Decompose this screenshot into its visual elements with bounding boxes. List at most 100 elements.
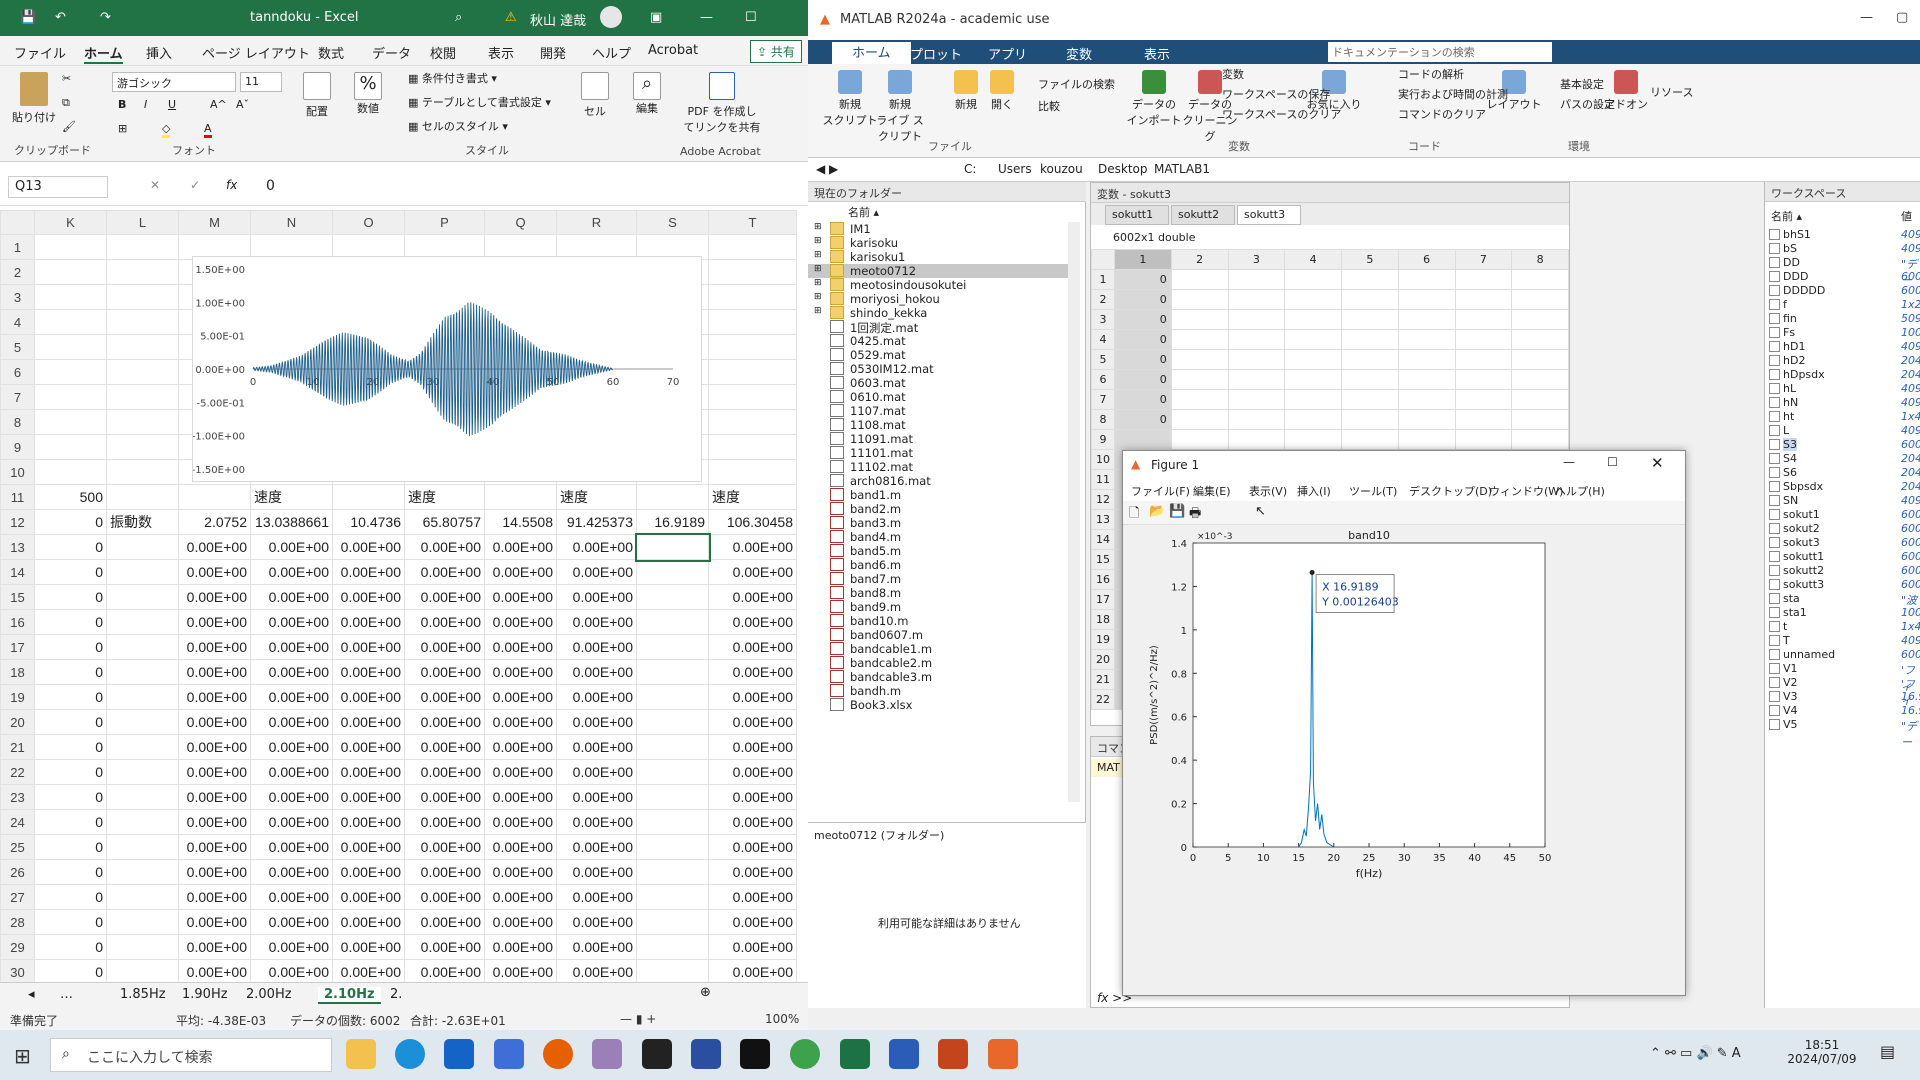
file-item[interactable]: 11101.mat bbox=[808, 446, 1068, 460]
cell[interactable]: 500 bbox=[34, 484, 107, 510]
cell[interactable]: 0.00E+00 bbox=[332, 709, 405, 735]
app-icon[interactable] bbox=[592, 1039, 622, 1069]
enter-icon[interactable]: ✓ bbox=[190, 178, 200, 192]
cell[interactable]: 0.00E+00 bbox=[708, 584, 797, 610]
save-icon[interactable]: 💾 bbox=[1169, 504, 1185, 519]
cell[interactable]: 0.00E+00 bbox=[178, 909, 251, 935]
cell[interactable]: 0 bbox=[34, 534, 107, 560]
var-cell[interactable] bbox=[1227, 369, 1286, 390]
cell[interactable]: 0.00E+00 bbox=[484, 884, 557, 910]
cell[interactable] bbox=[708, 284, 797, 310]
edge-icon[interactable] bbox=[395, 1039, 425, 1069]
cell[interactable]: 0.00E+00 bbox=[708, 534, 797, 560]
cell[interactable]: 0.00E+00 bbox=[404, 884, 485, 910]
store-icon[interactable] bbox=[494, 1039, 524, 1069]
cell[interactable]: 0.00E+00 bbox=[404, 934, 485, 960]
ws-var-name[interactable]: S4 bbox=[1783, 452, 1797, 465]
sheet-tab[interactable]: 1.90Hz bbox=[182, 987, 228, 1002]
cell[interactable]: 0.00E+00 bbox=[484, 734, 557, 760]
add-sheet-icon[interactable]: ⊕ bbox=[700, 985, 711, 1000]
ws-var-name[interactable]: bhS1 bbox=[1783, 228, 1811, 241]
file-item[interactable]: 0425.mat bbox=[808, 334, 1068, 348]
cell[interactable]: 2.0752 bbox=[178, 509, 251, 535]
matlab-tab[interactable]: 変数 bbox=[1066, 44, 1092, 63]
cell[interactable] bbox=[636, 634, 709, 660]
var-cell[interactable] bbox=[1227, 289, 1286, 310]
path-segment[interactable]: kouzou bbox=[1040, 162, 1083, 176]
chrome-icon[interactable] bbox=[790, 1039, 820, 1069]
row-header[interactable]: 21 bbox=[0, 734, 35, 760]
row-header[interactable]: 6 bbox=[0, 359, 35, 385]
cell[interactable]: 0.00E+00 bbox=[178, 634, 251, 660]
file-item[interactable]: 1108.mat bbox=[808, 418, 1068, 432]
row-header[interactable]: 3 bbox=[0, 284, 35, 310]
cell[interactable]: 0.00E+00 bbox=[708, 634, 797, 660]
var-col-header[interactable]: 5 bbox=[1341, 249, 1399, 270]
cell[interactable] bbox=[106, 484, 179, 510]
var-cell[interactable] bbox=[1454, 369, 1513, 390]
undo-icon[interactable]: ↶ bbox=[55, 10, 66, 25]
cell[interactable] bbox=[34, 434, 107, 460]
var-cell[interactable] bbox=[1341, 409, 1399, 430]
cell[interactable] bbox=[484, 484, 557, 510]
matlab-icon[interactable] bbox=[988, 1039, 1018, 1069]
cell[interactable]: 0.00E+00 bbox=[178, 959, 251, 985]
font-name-select[interactable]: 游ゴシック bbox=[112, 72, 236, 92]
cell[interactable]: 0.00E+00 bbox=[250, 809, 333, 835]
var-cell[interactable] bbox=[1511, 309, 1569, 330]
cell[interactable] bbox=[636, 934, 709, 960]
cell[interactable]: 0 bbox=[34, 509, 107, 535]
terminal-icon[interactable] bbox=[642, 1039, 672, 1069]
cell[interactable]: 0.00E+00 bbox=[404, 909, 485, 935]
cell[interactable]: 0.00E+00 bbox=[404, 809, 485, 835]
row-header[interactable]: 14 bbox=[0, 559, 35, 585]
var-cell[interactable] bbox=[1454, 309, 1513, 330]
ws-var-name[interactable]: hN bbox=[1783, 396, 1798, 409]
var-cell[interactable] bbox=[1341, 329, 1399, 350]
var-cell[interactable] bbox=[1397, 389, 1456, 410]
ws-var-name[interactable]: V1 bbox=[1783, 662, 1798, 675]
firefox-icon[interactable] bbox=[543, 1039, 573, 1069]
cell[interactable]: 0.00E+00 bbox=[250, 634, 333, 660]
cell[interactable] bbox=[106, 759, 179, 785]
menu-2[interactable]: 挿入 bbox=[146, 43, 172, 62]
ribbon-newlive-button[interactable]: 新規 ライブ スクリプト bbox=[872, 70, 928, 144]
cell[interactable]: 0 bbox=[34, 659, 107, 685]
cell[interactable]: 0.00E+00 bbox=[250, 934, 333, 960]
var-col-header[interactable]: 8 bbox=[1511, 249, 1569, 270]
cell[interactable]: 0.00E+00 bbox=[708, 934, 797, 960]
cell[interactable]: 0.00E+00 bbox=[250, 859, 333, 885]
cell[interactable]: 0.00E+00 bbox=[556, 709, 637, 735]
var-cell[interactable] bbox=[1284, 349, 1342, 370]
menu-4[interactable]: 数式 bbox=[318, 43, 344, 62]
cell[interactable]: 0.00E+00 bbox=[178, 709, 251, 735]
file-item[interactable]: bandh.m bbox=[808, 684, 1068, 698]
menu-0[interactable]: ファイル bbox=[14, 43, 66, 62]
cell[interactable] bbox=[636, 734, 709, 760]
ws-var-name[interactable]: hDpsdx bbox=[1783, 368, 1825, 381]
row-header[interactable]: 4 bbox=[0, 309, 35, 335]
cell[interactable]: 0 bbox=[34, 809, 107, 835]
cell[interactable]: 0.00E+00 bbox=[484, 759, 557, 785]
cell[interactable]: 0.00E+00 bbox=[556, 534, 637, 560]
expand-icon[interactable]: ⊞ bbox=[814, 250, 822, 260]
var-cell[interactable] bbox=[1284, 329, 1342, 350]
ws-var-name[interactable]: T bbox=[1783, 634, 1790, 647]
word-icon[interactable] bbox=[889, 1039, 919, 1069]
file-item[interactable]: 11091.mat bbox=[808, 432, 1068, 446]
figure-menu-item[interactable]: 編集(E) bbox=[1193, 483, 1231, 499]
cell[interactable]: 0.00E+00 bbox=[404, 659, 485, 685]
var-cell[interactable] bbox=[1227, 329, 1286, 350]
create-pdf-button[interactable]: PDF を作成し てリンクを共有 bbox=[680, 72, 764, 135]
cell[interactable]: 0 bbox=[34, 759, 107, 785]
cell[interactable] bbox=[708, 459, 797, 485]
file-item[interactable]: band3.m bbox=[808, 516, 1068, 530]
row-header[interactable]: 10 bbox=[0, 459, 35, 485]
ws-var-name[interactable]: V2 bbox=[1783, 676, 1798, 689]
figure-menu-item[interactable]: ファイル(F) bbox=[1131, 483, 1190, 499]
row-header[interactable]: 22 bbox=[0, 759, 35, 785]
cell[interactable]: 0.00E+00 bbox=[484, 934, 557, 960]
cell[interactable]: 0.00E+00 bbox=[178, 684, 251, 710]
cell[interactable] bbox=[106, 709, 179, 735]
file-item[interactable]: bandcable2.m bbox=[808, 656, 1068, 670]
